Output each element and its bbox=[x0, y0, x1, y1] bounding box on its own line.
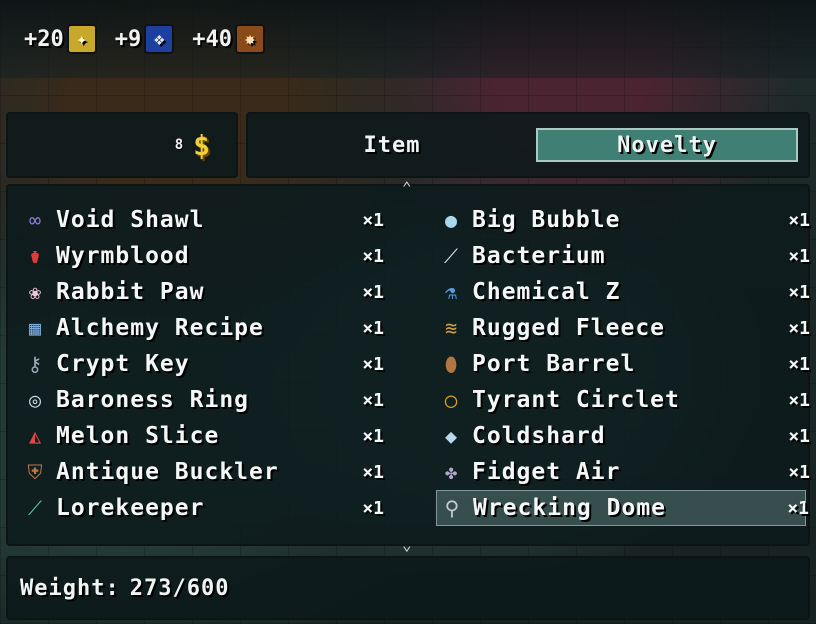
list-item[interactable]: ⟋ Bacterium ×1 bbox=[436, 238, 810, 274]
list-item-selected[interactable]: ⚲ Wrecking Dome ×1 bbox=[436, 490, 809, 526]
item-name: Coldshard bbox=[472, 423, 606, 449]
spinner-icon: ✤ bbox=[444, 460, 458, 484]
item-qty: ×1 bbox=[362, 425, 384, 447]
item-name: Antique Buckler bbox=[56, 459, 279, 485]
list-item[interactable]: ◯ Tyrant Circlet ×1 bbox=[436, 382, 810, 418]
tab-item[interactable]: Item bbox=[258, 128, 526, 162]
item-qty: ×1 bbox=[362, 209, 384, 231]
item-name: Tyrant Circlet bbox=[472, 387, 680, 413]
inventory-column-right: ● Big Bubble ×1 ⟋ Bacterium ×1 ⚗ Chemica… bbox=[436, 202, 810, 526]
flask-icon: ⚗ bbox=[444, 280, 458, 304]
item-name: Baroness Ring bbox=[56, 387, 250, 413]
category-tabs: Item Novelty bbox=[246, 112, 810, 178]
item-name: Lorekeeper bbox=[56, 495, 205, 521]
list-item[interactable]: ⟋ Lorekeeper ×1 bbox=[20, 490, 390, 526]
vial-icon: ⟋ bbox=[444, 244, 458, 268]
weight-value: 273/600 bbox=[129, 575, 230, 601]
flame-slash-icon: ✸ bbox=[235, 24, 265, 54]
weight-display: Weight: 273/600 bbox=[6, 556, 810, 620]
mace-icon: ⚲ bbox=[444, 496, 460, 520]
list-item[interactable]: ▦ Alchemy Recipe ×1 bbox=[20, 310, 390, 346]
item-qty: ×1 bbox=[788, 209, 810, 231]
star-burst-icon: ✦ bbox=[66, 24, 97, 54]
tab-novelty[interactable]: Novelty bbox=[536, 128, 798, 162]
item-name: Wyrmblood bbox=[56, 243, 190, 269]
item-qty: ×1 bbox=[362, 353, 384, 375]
money-display: 8 $ bbox=[6, 112, 238, 178]
item-qty: ×1 bbox=[362, 281, 384, 303]
item-name: Rabbit Paw bbox=[56, 279, 205, 305]
resource-gold: +20 ✦ bbox=[24, 24, 97, 54]
inventory-header: 8 $ Item Novelty bbox=[6, 112, 810, 178]
list-item[interactable]: ⚱ Wyrmblood ×1 bbox=[20, 238, 390, 274]
item-qty: ×1 bbox=[362, 461, 384, 483]
item-qty: ×1 bbox=[788, 245, 810, 267]
list-item[interactable]: ⚷ Crypt Key ×1 bbox=[20, 346, 390, 382]
item-qty: ×1 bbox=[788, 425, 810, 447]
resource-blue-amount: +9 bbox=[114, 26, 142, 52]
item-qty: ×1 bbox=[362, 497, 384, 519]
paw-icon: ❀ bbox=[28, 280, 42, 304]
resource-brown: +40 ✸ bbox=[192, 24, 265, 54]
blue-crest-icon: ❖ bbox=[144, 24, 175, 54]
ring-icon: ◎ bbox=[28, 388, 42, 412]
scroll-down-icon[interactable]: ⌄ bbox=[402, 535, 412, 554]
list-item[interactable]: ∞ Void Shawl ×1 bbox=[20, 202, 390, 238]
fleece-icon: ≋ bbox=[444, 316, 458, 340]
item-name: Wrecking Dome bbox=[473, 495, 667, 521]
list-item[interactable]: ● Big Bubble ×1 bbox=[436, 202, 810, 238]
shawl-icon: ∞ bbox=[28, 208, 42, 232]
money-icon: $ bbox=[193, 128, 210, 162]
resource-gold-amount: +20 bbox=[24, 26, 64, 52]
potion-icon: ⚱ bbox=[28, 244, 42, 268]
key-icon: ⚷ bbox=[27, 352, 43, 376]
list-item[interactable]: ◆ Coldshard ×1 bbox=[436, 418, 810, 454]
item-qty: ×1 bbox=[788, 461, 810, 483]
item-name: Bacterium bbox=[472, 243, 606, 269]
item-qty: ×1 bbox=[362, 389, 384, 411]
item-name: Fidget Air bbox=[472, 459, 621, 485]
list-item[interactable]: ◎ Baroness Ring ×1 bbox=[20, 382, 390, 418]
list-item[interactable]: ⚗ Chemical Z ×1 bbox=[436, 274, 810, 310]
item-qty: ×1 bbox=[787, 497, 809, 519]
barrel-icon: ⬮ bbox=[444, 352, 458, 376]
item-name: Melon Slice bbox=[56, 423, 220, 449]
inventory-column-left: ∞ Void Shawl ×1 ⚱ Wyrmblood ×1 ❀ Rabbit … bbox=[20, 202, 390, 526]
item-name: Rugged Fleece bbox=[472, 315, 666, 341]
shield-icon: ⛨ bbox=[27, 460, 43, 484]
list-item[interactable]: ≋ Rugged Fleece ×1 bbox=[436, 310, 810, 346]
recipe-icon: ▦ bbox=[28, 316, 42, 340]
list-item[interactable]: ✤ Fidget Air ×1 bbox=[436, 454, 810, 490]
item-name: Void Shawl bbox=[56, 207, 205, 233]
item-qty: ×1 bbox=[362, 317, 384, 339]
list-item[interactable]: ⬮ Port Barrel ×1 bbox=[436, 346, 810, 382]
item-name: Port Barrel bbox=[472, 351, 636, 377]
item-qty: ×1 bbox=[788, 353, 810, 375]
resource-brown-amount: +40 bbox=[192, 26, 232, 52]
item-name: Alchemy Recipe bbox=[56, 315, 264, 341]
resource-bar: +20 ✦ +9 ❖ +40 ✸ bbox=[0, 0, 816, 78]
item-name: Chemical Z bbox=[472, 279, 621, 305]
crystal-icon: ◆ bbox=[444, 424, 458, 448]
inventory-list: ⌃ ∞ Void Shawl ×1 ⚱ Wyrmblood ×1 ❀ Rabbi… bbox=[6, 178, 810, 554]
item-qty: ×1 bbox=[788, 317, 810, 339]
list-item[interactable]: ⛨ Antique Buckler ×1 bbox=[20, 454, 390, 490]
circlet-icon: ◯ bbox=[444, 388, 458, 412]
scroll-up-icon[interactable]: ⌃ bbox=[402, 178, 412, 197]
staff-icon: ⟋ bbox=[28, 496, 42, 520]
money-count: 8 bbox=[174, 137, 184, 153]
item-qty: ×1 bbox=[788, 281, 810, 303]
list-item[interactable]: ❀ Rabbit Paw ×1 bbox=[20, 274, 390, 310]
weight-label: Weight: bbox=[20, 575, 120, 601]
item-name: Big Bubble bbox=[472, 207, 621, 233]
item-qty: ×1 bbox=[788, 389, 810, 411]
resource-blue: +9 ❖ bbox=[115, 24, 175, 54]
bubble-icon: ● bbox=[444, 208, 458, 232]
item-qty: ×1 bbox=[362, 245, 384, 267]
list-item[interactable]: ◭ Melon Slice ×1 bbox=[20, 418, 390, 454]
item-name: Crypt Key bbox=[56, 351, 190, 377]
melon-icon: ◭ bbox=[28, 424, 42, 448]
